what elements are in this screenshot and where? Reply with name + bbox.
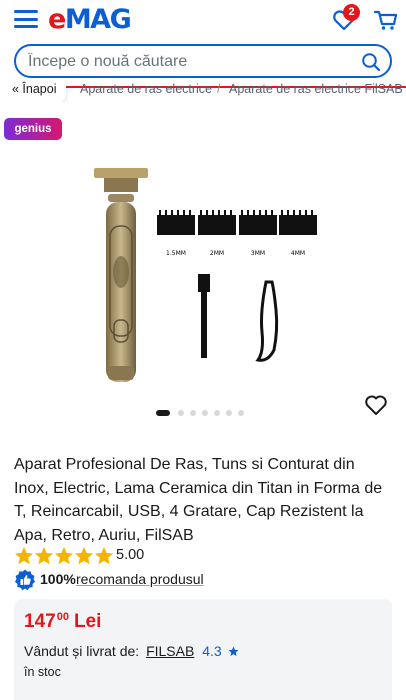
rating-value: 5.00 [116, 547, 145, 563]
gallery-dot[interactable] [226, 410, 232, 416]
comb-label: 4MM [291, 250, 305, 257]
product-price: 14700 Lei [24, 611, 101, 633]
add-to-favorites-icon[interactable] [364, 394, 388, 416]
thumbs-up-badge-icon [15, 569, 35, 591]
product-title: Aparat Profesional De Ras, Tuns si Contu… [14, 456, 383, 544]
breadcrumb-separator: / [217, 82, 221, 96]
star-icon [228, 646, 239, 657]
emag-logo[interactable]: eMAG [48, 4, 132, 35]
search-input[interactable] [28, 51, 348, 73]
gallery-dot[interactable] [178, 410, 184, 416]
top-bar: eMAG 2 [0, 0, 406, 40]
comb-attachments [157, 210, 317, 235]
offer-box: 14700 Lei Vândut și livrat de: FILSAB 4.3… [14, 599, 392, 700]
stock-status: în stoc [24, 665, 61, 679]
comb-label: 2MM [210, 250, 224, 257]
recommend-link[interactable]: recomanda produsul [76, 571, 204, 587]
breadcrumb-item[interactable]: Aparate de ras electrice [80, 82, 212, 96]
price-currency: Lei [73, 611, 102, 632]
sold-by-label: Vândut și livrat de: [24, 643, 140, 659]
favorites-count-badge: 2 [343, 4, 360, 21]
gallery-dot[interactable] [190, 410, 196, 416]
rating-stars-icon [15, 547, 113, 565]
comb-label: 3MM [251, 250, 265, 257]
breadcrumb: Aparate de ras electrice / Aparate de ra… [0, 80, 406, 102]
price-decimals: 00 [56, 611, 69, 623]
product-image[interactable]: 1.5MM 2MM 3MM 4MM [80, 160, 330, 400]
menu-icon[interactable] [14, 10, 38, 28]
seller-rating: 4.3 [202, 643, 222, 659]
gallery-dot[interactable] [202, 410, 208, 416]
gallery-dot-active[interactable] [156, 410, 170, 416]
gallery-dot[interactable] [238, 410, 244, 416]
price-integer: 147 [24, 611, 56, 632]
cart-icon[interactable] [374, 9, 398, 31]
seller-info: Vândut și livrat de: FILSAB 4.3 [24, 643, 239, 659]
search-bar [14, 44, 392, 78]
comb-label: 1.5MM [166, 250, 186, 257]
back-button[interactable]: « Înapoi [0, 80, 67, 102]
breadcrumb-item[interactable]: Aparate de ras electrice FilSAB [229, 82, 403, 96]
seller-name-link[interactable]: FILSAB [146, 643, 194, 659]
genius-badge: genius [4, 118, 62, 140]
recommend-percent: 100% [40, 571, 76, 587]
search-icon[interactable] [361, 52, 381, 72]
gallery-dot[interactable] [214, 410, 220, 416]
